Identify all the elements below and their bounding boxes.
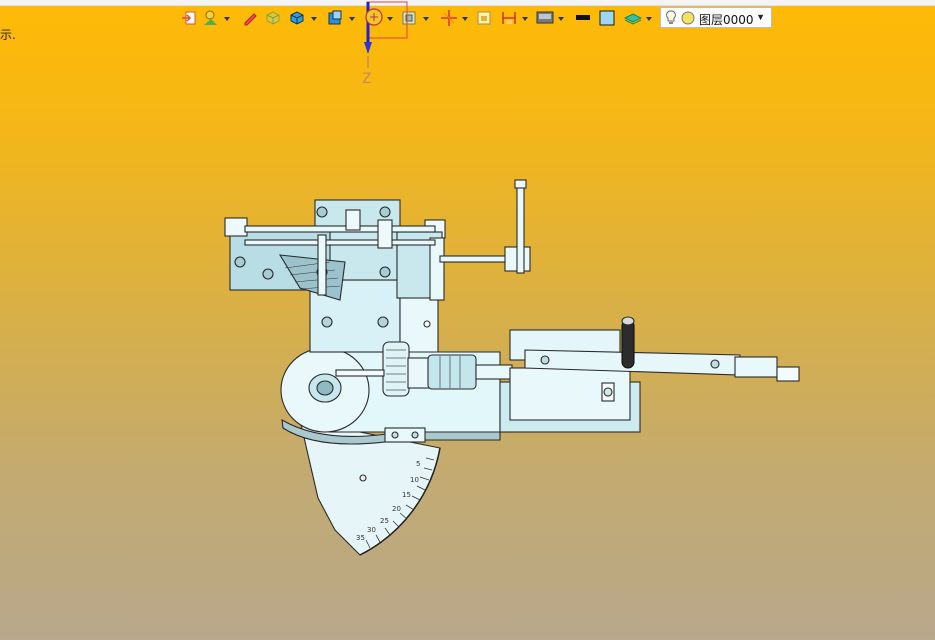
svg-text:30: 30 xyxy=(367,526,376,534)
lever-tip[interactable] xyxy=(776,366,800,382)
t-handle[interactable] xyxy=(516,182,525,274)
svg-text:20: 20 xyxy=(392,505,401,513)
drill-chuck xyxy=(427,354,477,390)
plate-hole xyxy=(359,474,367,482)
svg-text:5: 5 xyxy=(416,460,420,468)
svg-text:25: 25 xyxy=(380,517,389,525)
upper-rail xyxy=(244,225,436,233)
cad-model[interactable]: 5 10 15 2025 30 35 xyxy=(0,0,935,640)
lever-handle[interactable] xyxy=(621,319,635,369)
screw-rod xyxy=(439,255,516,263)
svg-text:15: 15 xyxy=(402,491,411,499)
svg-text:10: 10 xyxy=(410,476,419,484)
svg-text:35: 35 xyxy=(356,534,365,542)
